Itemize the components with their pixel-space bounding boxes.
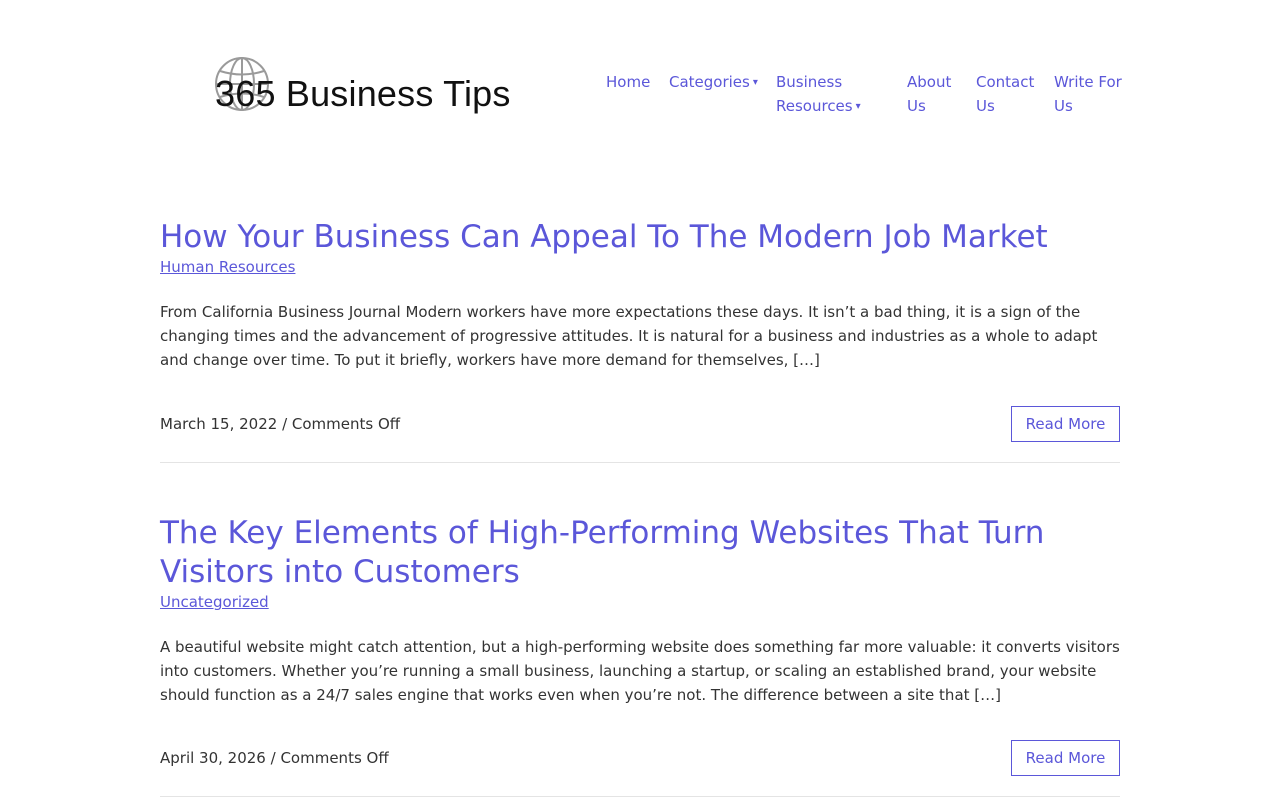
nav-home[interactable]: Home — [606, 70, 650, 94]
nav-write-label-1: Write For — [1054, 73, 1122, 91]
post-meta: March 15, 2022 / Comments Off — [160, 414, 400, 434]
nav-contact-label-1: Contact — [976, 73, 1035, 91]
nav-write-for-us[interactable]: Write For Us — [1054, 70, 1122, 118]
post-excerpt: From California Business Journal Modern … — [160, 303, 1098, 369]
post-divider — [160, 462, 1120, 463]
post-title-link[interactable]: The Key Elements of High-Performing Webs… — [160, 514, 1120, 592]
post-title-link[interactable]: How Your Business Can Appeal To The Mode… — [160, 218, 1120, 257]
site-header: 365 Business Tips Home Categories ▾ Busin… — [0, 0, 1280, 170]
post-card: How Your Business Can Appeal To The Mode… — [160, 218, 1120, 464]
post-meta: April 30, 2026 / Comments Off — [160, 748, 389, 768]
post-comments-status: Comments Off — [280, 749, 389, 767]
nav-about-us[interactable]: About Us — [907, 70, 951, 118]
nav-business-resources-label-2: Resources — [776, 97, 853, 115]
page: 365 Business Tips Home Categories ▾ Busin… — [0, 0, 1280, 800]
chevron-down-icon: ▾ — [752, 76, 758, 88]
main-nav: Home Categories ▾ Business Resources ▾ Abo… — [606, 70, 1126, 130]
post-category-link[interactable]: Human Resources — [160, 258, 295, 276]
nav-categories[interactable]: Categories ▾ — [669, 70, 758, 95]
post-divider — [160, 796, 1120, 797]
post-date: March 15, 2022 — [160, 415, 278, 433]
nav-business-resources-label-1: Business — [776, 73, 843, 91]
post-category-link[interactable]: Uncategorized — [160, 593, 269, 611]
post-comments-status: Comments Off — [291, 415, 401, 433]
logo-text: 365 Business Tips — [215, 73, 511, 114]
read-more-button[interactable]: Read More — [1011, 740, 1120, 776]
site-logo[interactable]: 365 Business Tips — [214, 56, 534, 116]
nav-about-label-2: Us — [907, 97, 926, 115]
nav-categories-label: Categories — [669, 73, 750, 91]
meta-separator: / — [277, 415, 292, 433]
nav-about-label-1: About — [907, 73, 952, 91]
post-date: April 30, 2026 — [160, 749, 266, 767]
nav-business-resources[interactable]: Business Resources ▾ — [776, 70, 861, 119]
post-excerpt: A beautiful website might catch attentio… — [160, 638, 1120, 704]
nav-contact-label-2: Us — [976, 97, 995, 115]
chevron-down-icon: ▾ — [855, 100, 861, 112]
post-card: The Key Elements of High-Performing Webs… — [160, 514, 1120, 800]
nav-write-label-2: Us — [1054, 97, 1073, 115]
nav-home-label: Home — [606, 73, 651, 91]
nav-contact-us[interactable]: Contact Us — [976, 70, 1034, 118]
read-more-button[interactable]: Read More — [1011, 406, 1120, 442]
meta-separator: / — [265, 749, 281, 767]
